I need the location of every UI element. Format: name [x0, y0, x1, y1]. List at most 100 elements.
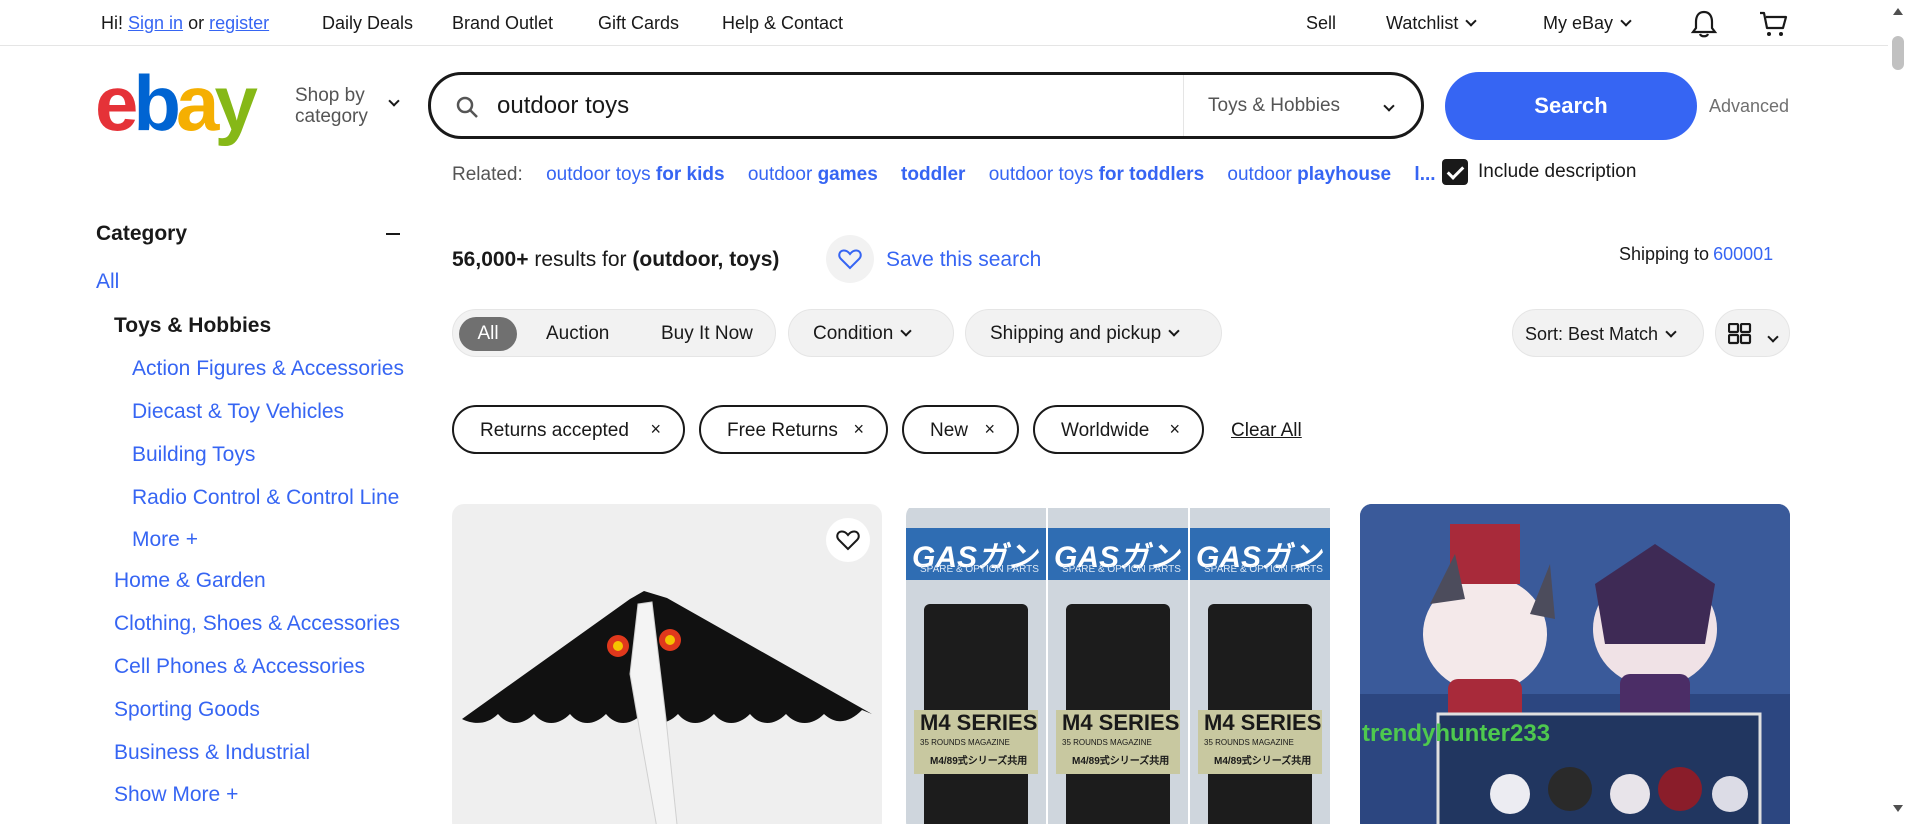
- pack-magazine-text: MAGAZINE: [1110, 738, 1152, 747]
- chevron-down-icon: [1168, 325, 1180, 337]
- subcategory-link[interactable]: Diecast & Toy Vehicles: [132, 400, 344, 424]
- results-number: 56,000+: [452, 248, 529, 271]
- search-bar: Toys & Hobbies: [428, 72, 1424, 139]
- daily-deals-link[interactable]: Daily Deals: [322, 13, 413, 34]
- view-toggle-button[interactable]: [1715, 309, 1790, 357]
- save-search-link[interactable]: Save this search: [886, 248, 1041, 272]
- category-link[interactable]: Cell Phones & Accessories: [114, 655, 365, 679]
- pack-magazine-text: MAGAZINE: [968, 738, 1010, 747]
- format-auction-button[interactable]: Auction: [546, 323, 609, 345]
- advanced-search-link[interactable]: Advanced: [1709, 96, 1789, 117]
- condition-filter-button[interactable]: Condition: [788, 309, 954, 357]
- buying-format-toggle: All Auction Buy It Now: [452, 309, 776, 357]
- category-heading: Category: [96, 222, 188, 245]
- category-link[interactable]: Home & Garden: [114, 569, 266, 593]
- pack-subtitle: SPARE & OPTION PARTS: [1204, 564, 1323, 575]
- greeting: Hi! Sign in or register: [101, 13, 269, 34]
- register-link[interactable]: register: [209, 13, 269, 33]
- scroll-down-arrow-icon[interactable]: [1892, 804, 1904, 814]
- shipping-filter-button[interactable]: Shipping and pickup: [965, 309, 1222, 357]
- pack-rounds: 35 ROUNDS MAGAZINE: [1062, 738, 1152, 747]
- search-input[interactable]: [497, 91, 1097, 121]
- filter-chip-returns-accepted[interactable]: Returns accepted ×: [452, 405, 685, 454]
- related-link[interactable]: outdoor games: [748, 164, 878, 185]
- related-link-text: l...: [1414, 164, 1436, 185]
- shipping-label: Shipping and pickup: [990, 323, 1162, 344]
- related-link[interactable]: toddler: [901, 164, 965, 185]
- product-image-magazines[interactable]: GASガン GASガン GASガン SPARE & OPTION PARTS S…: [906, 504, 1336, 824]
- related-link-text: outdoor toys: [988, 164, 1094, 185]
- grid-view-icon: [1728, 323, 1752, 345]
- close-icon[interactable]: ×: [984, 419, 995, 440]
- category-link[interactable]: Sporting Goods: [114, 698, 260, 722]
- related-link[interactable]: outdoor toys for toddlers: [989, 164, 1204, 185]
- show-more-categories-link[interactable]: Show More +: [114, 783, 238, 807]
- related-link[interactable]: outdoor playhouse: [1227, 164, 1391, 185]
- logo-letter-e: e: [95, 59, 138, 147]
- close-icon[interactable]: ×: [1169, 419, 1180, 440]
- scroll-up-arrow-icon[interactable]: [1892, 6, 1904, 16]
- search-button[interactable]: Search: [1445, 72, 1697, 140]
- shop-by-category-button[interactable]: Shop by category: [295, 85, 368, 127]
- category-label: category: [295, 106, 368, 127]
- plus-icon: +: [185, 528, 198, 551]
- zip-code-link[interactable]: 600001: [1713, 244, 1773, 264]
- save-search-button[interactable]: [826, 235, 874, 283]
- watch-item-button[interactable]: [826, 518, 870, 562]
- related-link-bold: games: [817, 164, 878, 185]
- search-icon: [456, 96, 478, 118]
- help-contact-link[interactable]: Help & Contact: [722, 13, 843, 34]
- close-icon[interactable]: ×: [650, 419, 661, 440]
- category-link[interactable]: Business & Industrial: [114, 741, 310, 765]
- ebay-logo[interactable]: ebay: [95, 59, 258, 147]
- chevron-down-icon: [1665, 326, 1677, 338]
- chevron-down-icon: [1620, 15, 1632, 27]
- related-link[interactable]: l...: [1414, 164, 1435, 185]
- cart-icon[interactable]: [1758, 10, 1788, 38]
- shop-by-label: Shop by: [295, 85, 365, 106]
- sort-label: Sort: Best Match: [1525, 324, 1659, 344]
- close-icon[interactable]: ×: [853, 419, 864, 440]
- related-link[interactable]: outdoor toys for kids: [546, 164, 724, 185]
- scrollbar-thumb[interactable]: [1892, 36, 1904, 70]
- bell-icon[interactable]: [1690, 9, 1718, 39]
- gift-cards-link[interactable]: Gift Cards: [598, 13, 679, 34]
- sign-in-link[interactable]: Sign in: [128, 13, 183, 33]
- category-select-value: Toys & Hobbies: [1208, 95, 1341, 116]
- brand-outlet-link[interactable]: Brand Outlet: [452, 13, 553, 34]
- subcategory-link[interactable]: Action Figures & Accessories: [132, 357, 404, 381]
- watchlist-menu[interactable]: Watchlist: [1386, 13, 1478, 34]
- format-buy-it-now-button[interactable]: Buy It Now: [661, 323, 753, 345]
- logo-letter-b: b: [133, 59, 181, 147]
- clear-all-filters-link[interactable]: Clear All: [1231, 420, 1302, 442]
- watchlist-label: Watchlist: [1386, 13, 1459, 33]
- pack-subtitle: SPARE & OPTION PARTS: [1062, 564, 1181, 575]
- category-all-link[interactable]: All: [96, 270, 119, 294]
- filter-chip-new[interactable]: New ×: [902, 405, 1019, 454]
- selected-category: Toys & Hobbies: [114, 314, 272, 337]
- more-subcategories-link[interactable]: More +: [132, 528, 198, 552]
- or-text: or: [188, 13, 205, 33]
- my-ebay-menu[interactable]: My eBay: [1543, 13, 1632, 34]
- format-all-button[interactable]: All: [459, 317, 517, 351]
- include-description-checkbox[interactable]: Include description: [1442, 159, 1636, 185]
- subcategory-link[interactable]: Building Toys: [132, 443, 255, 467]
- product-image-figures[interactable]: trendyhunter233: [1360, 504, 1790, 824]
- sell-link[interactable]: Sell: [1306, 13, 1336, 34]
- results-count: 56,000+ results for (outdoor, toys): [452, 248, 779, 272]
- filter-chip-worldwide[interactable]: Worldwide ×: [1033, 405, 1204, 454]
- logo-letter-y: y: [214, 59, 257, 147]
- related-label: Related:: [452, 164, 523, 185]
- product-image-kite[interactable]: [452, 504, 882, 824]
- shipping-to-label: Shipping to: [1619, 244, 1710, 264]
- scrollbar[interactable]: [1888, 0, 1908, 824]
- pack-series: M4 SERIES: [1204, 710, 1322, 735]
- results-query: (outdoor, toys): [632, 248, 780, 271]
- sort-button[interactable]: Sort: Best Match: [1512, 309, 1704, 357]
- subcategory-link[interactable]: Radio Control & Control Line: [132, 486, 399, 510]
- filter-chip-free-returns[interactable]: Free Returns ×: [699, 405, 888, 454]
- shipping-to: Shipping to 600001: [1619, 244, 1773, 265]
- category-select[interactable]: Toys & Hobbies: [1183, 75, 1421, 136]
- category-link[interactable]: Clothing, Shoes & Accessories: [114, 612, 400, 636]
- collapse-minus-icon[interactable]: [386, 233, 400, 235]
